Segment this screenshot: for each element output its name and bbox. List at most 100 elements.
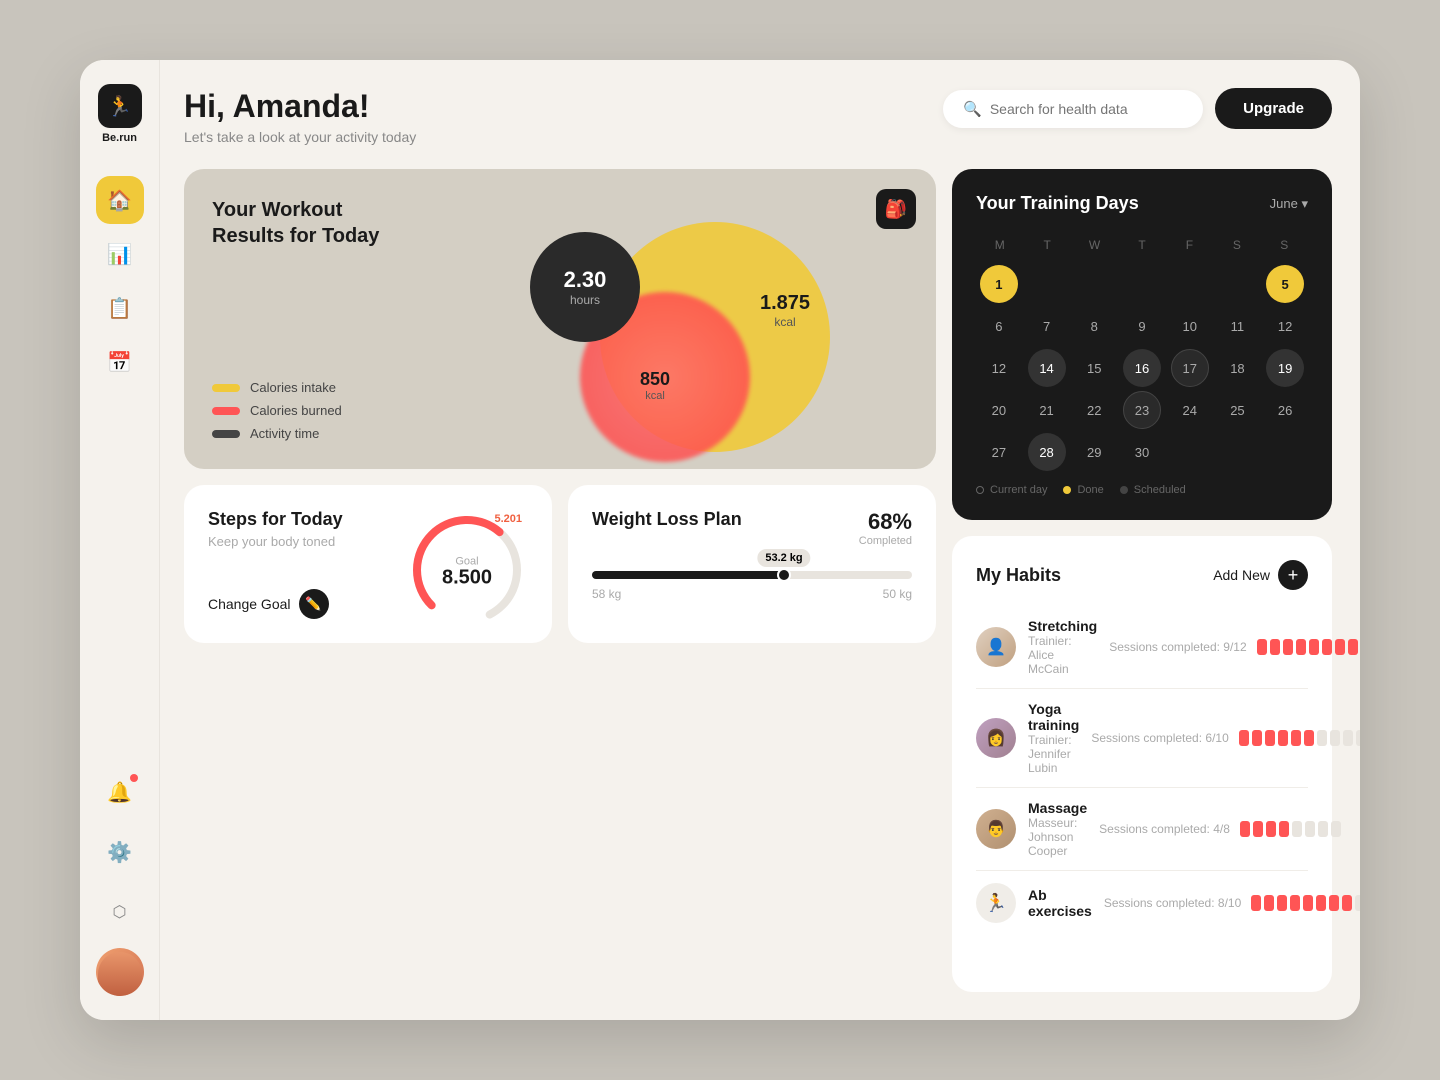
habit-more-massage[interactable]: ···: [1353, 816, 1360, 842]
cal-day-27[interactable]: 27: [980, 433, 1018, 471]
left-column: Your Workout Results for Today 🎒 2.30 ho…: [184, 169, 936, 992]
cal-day-9[interactable]: 9: [1123, 307, 1161, 345]
weight-marker: 53.2 kg: [757, 549, 810, 567]
header-left: Hi, Amanda! Let's take a look at your ac…: [184, 88, 416, 145]
calories-burned-label: 850 kcal: [640, 369, 670, 402]
cal-day-6[interactable]: 6: [980, 307, 1018, 345]
habit-avatar-massage: 👨: [976, 809, 1016, 849]
cal-day-1[interactable]: 1: [980, 265, 1018, 303]
cal-day[interactable]: [1218, 265, 1256, 303]
habit-info-massage: Massage Masseur: Johnson Cooper: [1028, 800, 1087, 858]
habit-sessions-stretching: Sessions completed: 9/12: [1109, 639, 1360, 655]
sessions-bars-ab: [1251, 895, 1360, 911]
weight-target: 50 kg: [883, 587, 912, 601]
cal-day-23[interactable]: 23: [1123, 391, 1161, 429]
sidebar-item-settings[interactable]: ⚙️: [96, 828, 144, 876]
legend-item-burned: Calories burned: [212, 403, 342, 418]
gauge-center: Goal 8.500: [442, 556, 492, 588]
workout-legend: Calories intake Calories burned Activity…: [212, 380, 342, 441]
habit-info-stretching: Stretching Trainier: Alice McCain: [1028, 618, 1097, 676]
weight-bar-fill: [592, 571, 784, 579]
legend-dot-activity: [212, 430, 240, 438]
weight-card: Weight Loss Plan 68% Completed 53.2 kg: [568, 485, 936, 643]
calendar-month[interactable]: June ▾: [1270, 196, 1308, 212]
cal-day-7[interactable]: 7: [1028, 307, 1066, 345]
legend-item-activity: Activity time: [212, 426, 342, 441]
cal-day-20[interactable]: 20: [980, 391, 1018, 429]
habit-trainer-yoga: Trainier: Jennifer Lubin: [1028, 733, 1079, 775]
cal-day-11[interactable]: 11: [1218, 307, 1256, 345]
edit-goal-button[interactable]: ✏️: [299, 589, 329, 619]
legend-label-intake: Calories intake: [250, 380, 336, 395]
habit-avatar-stretching: 👤: [976, 627, 1016, 667]
cal-day-29[interactable]: 29: [1075, 433, 1113, 471]
sidebar-item-calendar[interactable]: 📅: [96, 338, 144, 386]
legend-current: Current day: [976, 484, 1047, 496]
cal-day-10[interactable]: 10: [1171, 307, 1209, 345]
cal-day-24[interactable]: 24: [1171, 391, 1209, 429]
workout-card: Your Workout Results for Today 🎒 2.30 ho…: [184, 169, 936, 469]
cal-day-18[interactable]: 18: [1218, 349, 1256, 387]
weight-completion: 68% Completed: [859, 509, 912, 547]
cal-day-21[interactable]: 21: [1028, 391, 1066, 429]
cal-day-28[interactable]: 28: [1028, 433, 1066, 471]
logo: 🏃 Be.run: [98, 84, 142, 144]
weight-title: Weight Loss Plan: [592, 509, 742, 530]
cal-day-8[interactable]: 8: [1075, 307, 1113, 345]
sidebar-nav: 🏠 📊 📋 📅: [96, 176, 144, 760]
cal-day-17[interactable]: 17: [1171, 349, 1209, 387]
cal-day-30[interactable]: 30: [1123, 433, 1161, 471]
calories-intake-label: 1.875 kcal: [760, 292, 810, 329]
cal-day-12[interactable]: 12: [1266, 307, 1304, 345]
habit-item-stretching: 👤 Stretching Trainier: Alice McCain Sess…: [976, 606, 1308, 689]
legend-label-burned: Calories burned: [250, 403, 342, 418]
cal-day-25[interactable]: 25: [1218, 391, 1256, 429]
habit-avatar-ab: 🏃: [976, 883, 1016, 923]
habit-trainer-massage: Masseur: Johnson Cooper: [1028, 816, 1087, 858]
sidebar-item-home[interactable]: 🏠: [96, 176, 144, 224]
search-input[interactable]: [990, 101, 1183, 117]
cal-day-22[interactable]: 22: [1075, 391, 1113, 429]
sidebar-bottom: 🔔 ⚙️ ⬡: [96, 768, 144, 996]
add-new-label: Add New: [1213, 567, 1270, 583]
cal-day-14[interactable]: 14: [1028, 349, 1066, 387]
sidebar-item-notes[interactable]: 📋: [96, 284, 144, 332]
add-habit-button[interactable]: +: [1278, 560, 1308, 590]
sidebar: 🏃 Be.run 🏠 📊 📋 📅 🔔 ⚙️ ⬡: [80, 60, 160, 1020]
header-right: 🔍 Upgrade: [943, 88, 1332, 129]
cal-day-26[interactable]: 26: [1266, 391, 1304, 429]
calendar-legend-items: Current day Done Scheduled: [976, 484, 1308, 496]
cal-day[interactable]: [1123, 265, 1161, 303]
main-content: Hi, Amanda! Let's take a look at your ac…: [160, 60, 1360, 1020]
right-column: Your Training Days June ▾ M T W T F S S: [952, 169, 1332, 992]
sidebar-item-notifications[interactable]: 🔔: [96, 768, 144, 816]
habit-item-yoga: 👩 Yoga training Trainier: Jennifer Lubin…: [976, 689, 1308, 788]
search-bar[interactable]: 🔍: [943, 90, 1203, 128]
legend-scheduled: Scheduled: [1120, 484, 1186, 496]
cal-day-12b[interactable]: 12: [980, 349, 1018, 387]
calendar-grid: 1 5 6 7 8 9 10 11: [976, 264, 1308, 472]
cal-day-15[interactable]: 15: [1075, 349, 1113, 387]
logo-icon: 🏃: [98, 84, 142, 128]
calendar-day-headers: M T W T F S S: [976, 234, 1308, 256]
avatar[interactable]: [96, 948, 144, 996]
cal-day-19[interactable]: 19: [1266, 349, 1304, 387]
cal-day-5[interactable]: 5: [1266, 265, 1304, 303]
sidebar-item-activity[interactable]: 📊: [96, 230, 144, 278]
habit-sessions-massage: Sessions completed: 4/8: [1099, 821, 1341, 837]
header: Hi, Amanda! Let's take a look at your ac…: [184, 88, 1332, 145]
upgrade-button[interactable]: Upgrade: [1215, 88, 1332, 129]
content-grid: Your Workout Results for Today 🎒 2.30 ho…: [184, 169, 1332, 992]
cal-day-16[interactable]: 16: [1123, 349, 1161, 387]
habit-item-massage: 👨 Massage Masseur: Johnson Cooper Sessio…: [976, 788, 1308, 871]
sessions-bars-yoga: [1239, 730, 1360, 746]
habits-card: My Habits Add New + 👤 Stretching Trainie…: [952, 536, 1332, 992]
cal-day[interactable]: [1171, 265, 1209, 303]
steps-gauge: 5.201 Goal 8.500: [402, 505, 532, 635]
cal-day[interactable]: [1028, 265, 1066, 303]
legend-done: Done: [1063, 484, 1103, 496]
sidebar-item-export[interactable]: ⬡: [96, 888, 144, 936]
calendar-header: Your Training Days June ▾: [976, 193, 1308, 214]
cal-day[interactable]: [1075, 265, 1113, 303]
steps-current: 5.201: [494, 513, 522, 525]
